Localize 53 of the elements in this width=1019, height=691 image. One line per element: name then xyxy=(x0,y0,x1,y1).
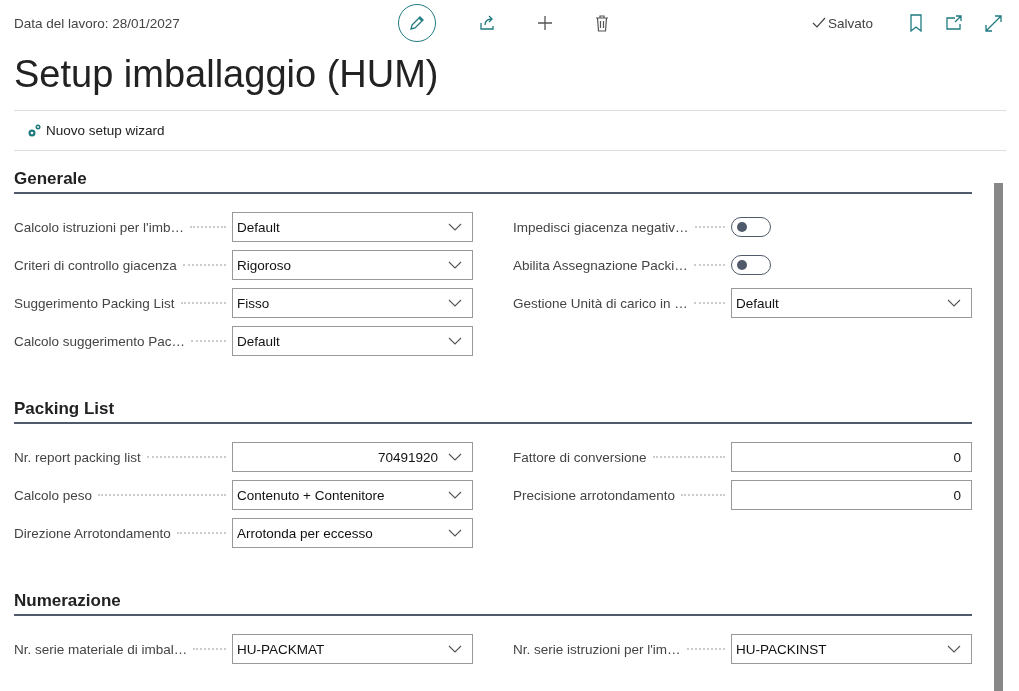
chevron-down-icon xyxy=(448,453,462,461)
number-field[interactable]: 0 xyxy=(731,480,972,510)
field-label: Calcolo istruzioni per l'imb… xyxy=(14,219,184,235)
trash-icon[interactable] xyxy=(594,14,610,32)
chevron-down-icon xyxy=(448,529,462,537)
plus-icon[interactable] xyxy=(536,14,554,32)
field-label: Abilita Assegnazione Packi… xyxy=(513,257,688,273)
dropdown-field[interactable]: Default xyxy=(232,326,473,356)
dropdown-field[interactable]: Arrotonda per eccesso xyxy=(232,518,473,548)
field-label: Criteri di controllo giacenza xyxy=(14,257,177,273)
number-field[interactable]: 0 xyxy=(731,442,972,472)
field-label: Nr. serie istruzioni per l'im… xyxy=(513,641,681,657)
field-label: Impedisci giacenza negativ… xyxy=(513,219,689,235)
chevron-down-icon xyxy=(947,645,961,653)
field-label: Suggerimento Packing List xyxy=(14,295,175,311)
chevron-down-icon xyxy=(448,337,462,345)
dropdown-field[interactable]: Default xyxy=(232,212,473,242)
pencil-icon xyxy=(408,14,426,32)
dropdown-field[interactable]: Fisso xyxy=(232,288,473,318)
dropdown-field[interactable]: HU-PACKMAT xyxy=(232,634,473,664)
field-label: Direzione Arrotondamento xyxy=(14,525,171,541)
field-label: Nr. report packing list xyxy=(14,449,141,465)
chevron-down-icon xyxy=(448,223,462,231)
wizard-action[interactable]: Nuovo setup wizard xyxy=(24,120,167,141)
saved-status: Salvato xyxy=(811,15,873,31)
dropdown-field[interactable]: Rigoroso xyxy=(232,250,473,280)
expand-icon[interactable] xyxy=(985,14,1002,32)
chevron-down-icon xyxy=(947,299,961,307)
checkmark-icon xyxy=(811,17,826,29)
open-in-window-icon[interactable] xyxy=(945,15,963,31)
page-title: Setup imballaggio (HUM) xyxy=(14,48,1006,111)
dropdown-field[interactable]: Default xyxy=(731,288,972,318)
share-icon[interactable] xyxy=(478,14,496,32)
field-label: Nr. serie materiale di imbal… xyxy=(14,641,188,657)
chevron-down-icon xyxy=(448,491,462,499)
chevron-down-icon xyxy=(448,299,462,307)
field-label: Precisione arrotondamento xyxy=(513,487,676,503)
field-label: Calcolo peso xyxy=(14,487,93,503)
edit-button[interactable] xyxy=(398,4,436,42)
scrollbar[interactable] xyxy=(994,183,1003,691)
bookmark-icon[interactable] xyxy=(909,14,923,32)
dropdown-field[interactable]: HU-PACKINST xyxy=(731,634,972,664)
section-header[interactable]: Generale xyxy=(14,169,972,194)
dropdown-field[interactable]: Contenuto + Contenitore xyxy=(232,480,473,510)
work-date: Data del lavoro: 28/01/2027 xyxy=(14,15,181,31)
chevron-down-icon xyxy=(448,261,462,269)
dropdown-field[interactable]: 70491920 xyxy=(232,442,473,472)
field-label: Calcolo suggerimento Pac… xyxy=(14,333,186,349)
field-label: Gestione Unità di carico in … xyxy=(513,295,688,311)
section-header[interactable]: Packing List xyxy=(14,399,972,424)
section-header[interactable]: Numerazione xyxy=(14,591,972,616)
field-label: Fattore di conversione xyxy=(513,449,647,465)
chevron-down-icon xyxy=(448,645,462,653)
